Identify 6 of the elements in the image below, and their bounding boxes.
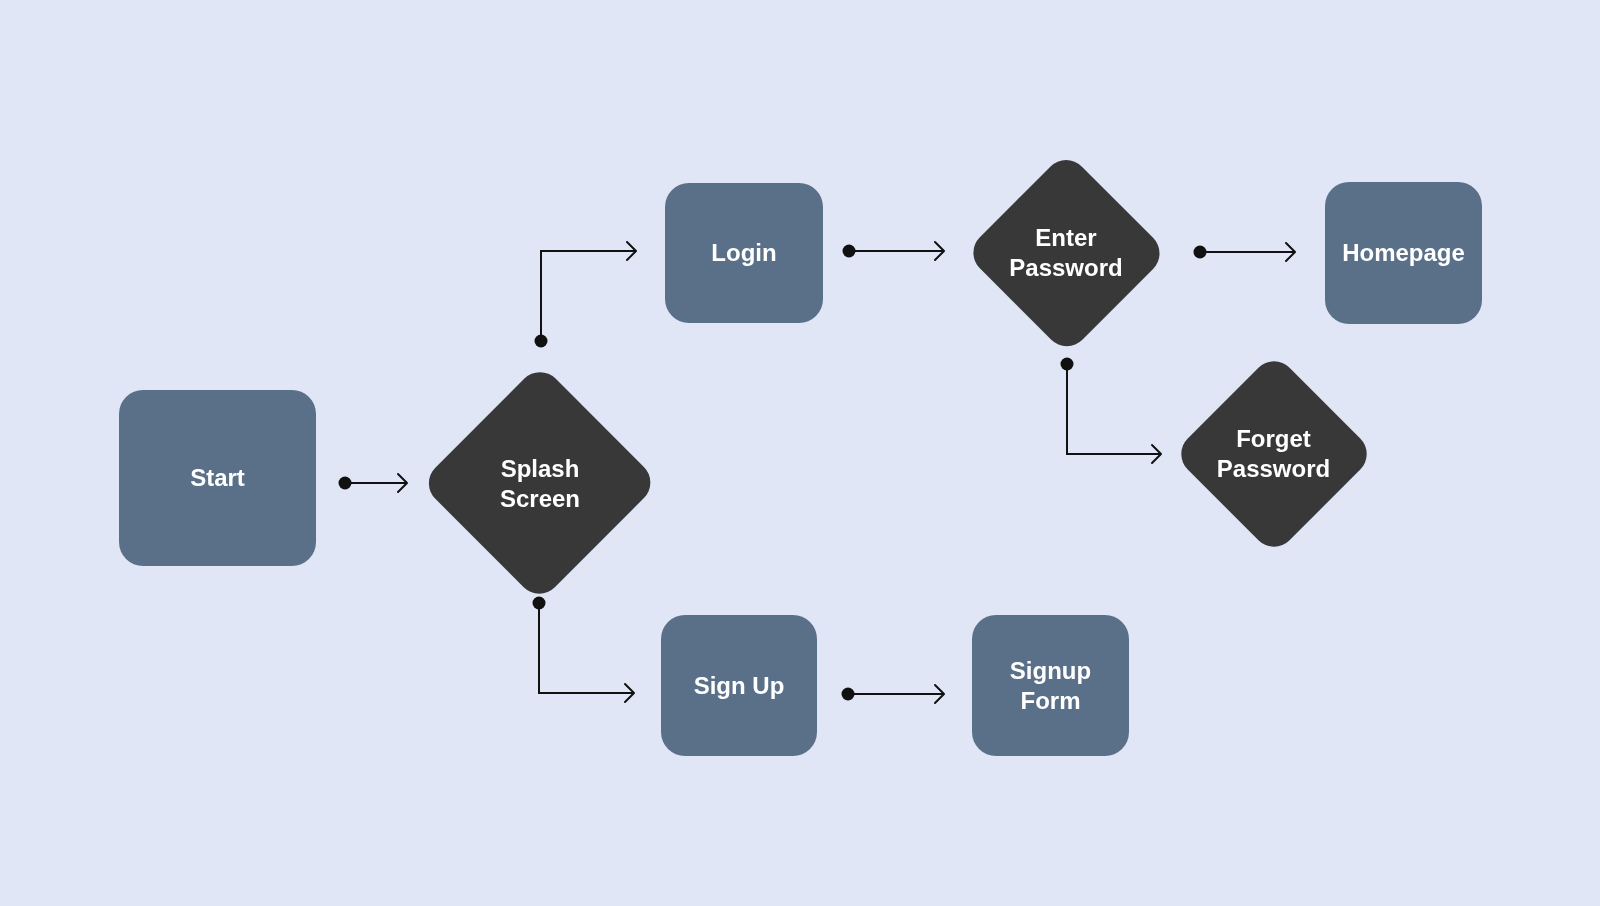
process-node: Signup Form [972,615,1129,756]
process-node: Login [665,183,823,323]
process-node: Homepage [1325,182,1482,324]
process-node: Start [119,390,316,566]
process-node: Sign Up [661,615,817,756]
connector-arrow [338,473,408,493]
